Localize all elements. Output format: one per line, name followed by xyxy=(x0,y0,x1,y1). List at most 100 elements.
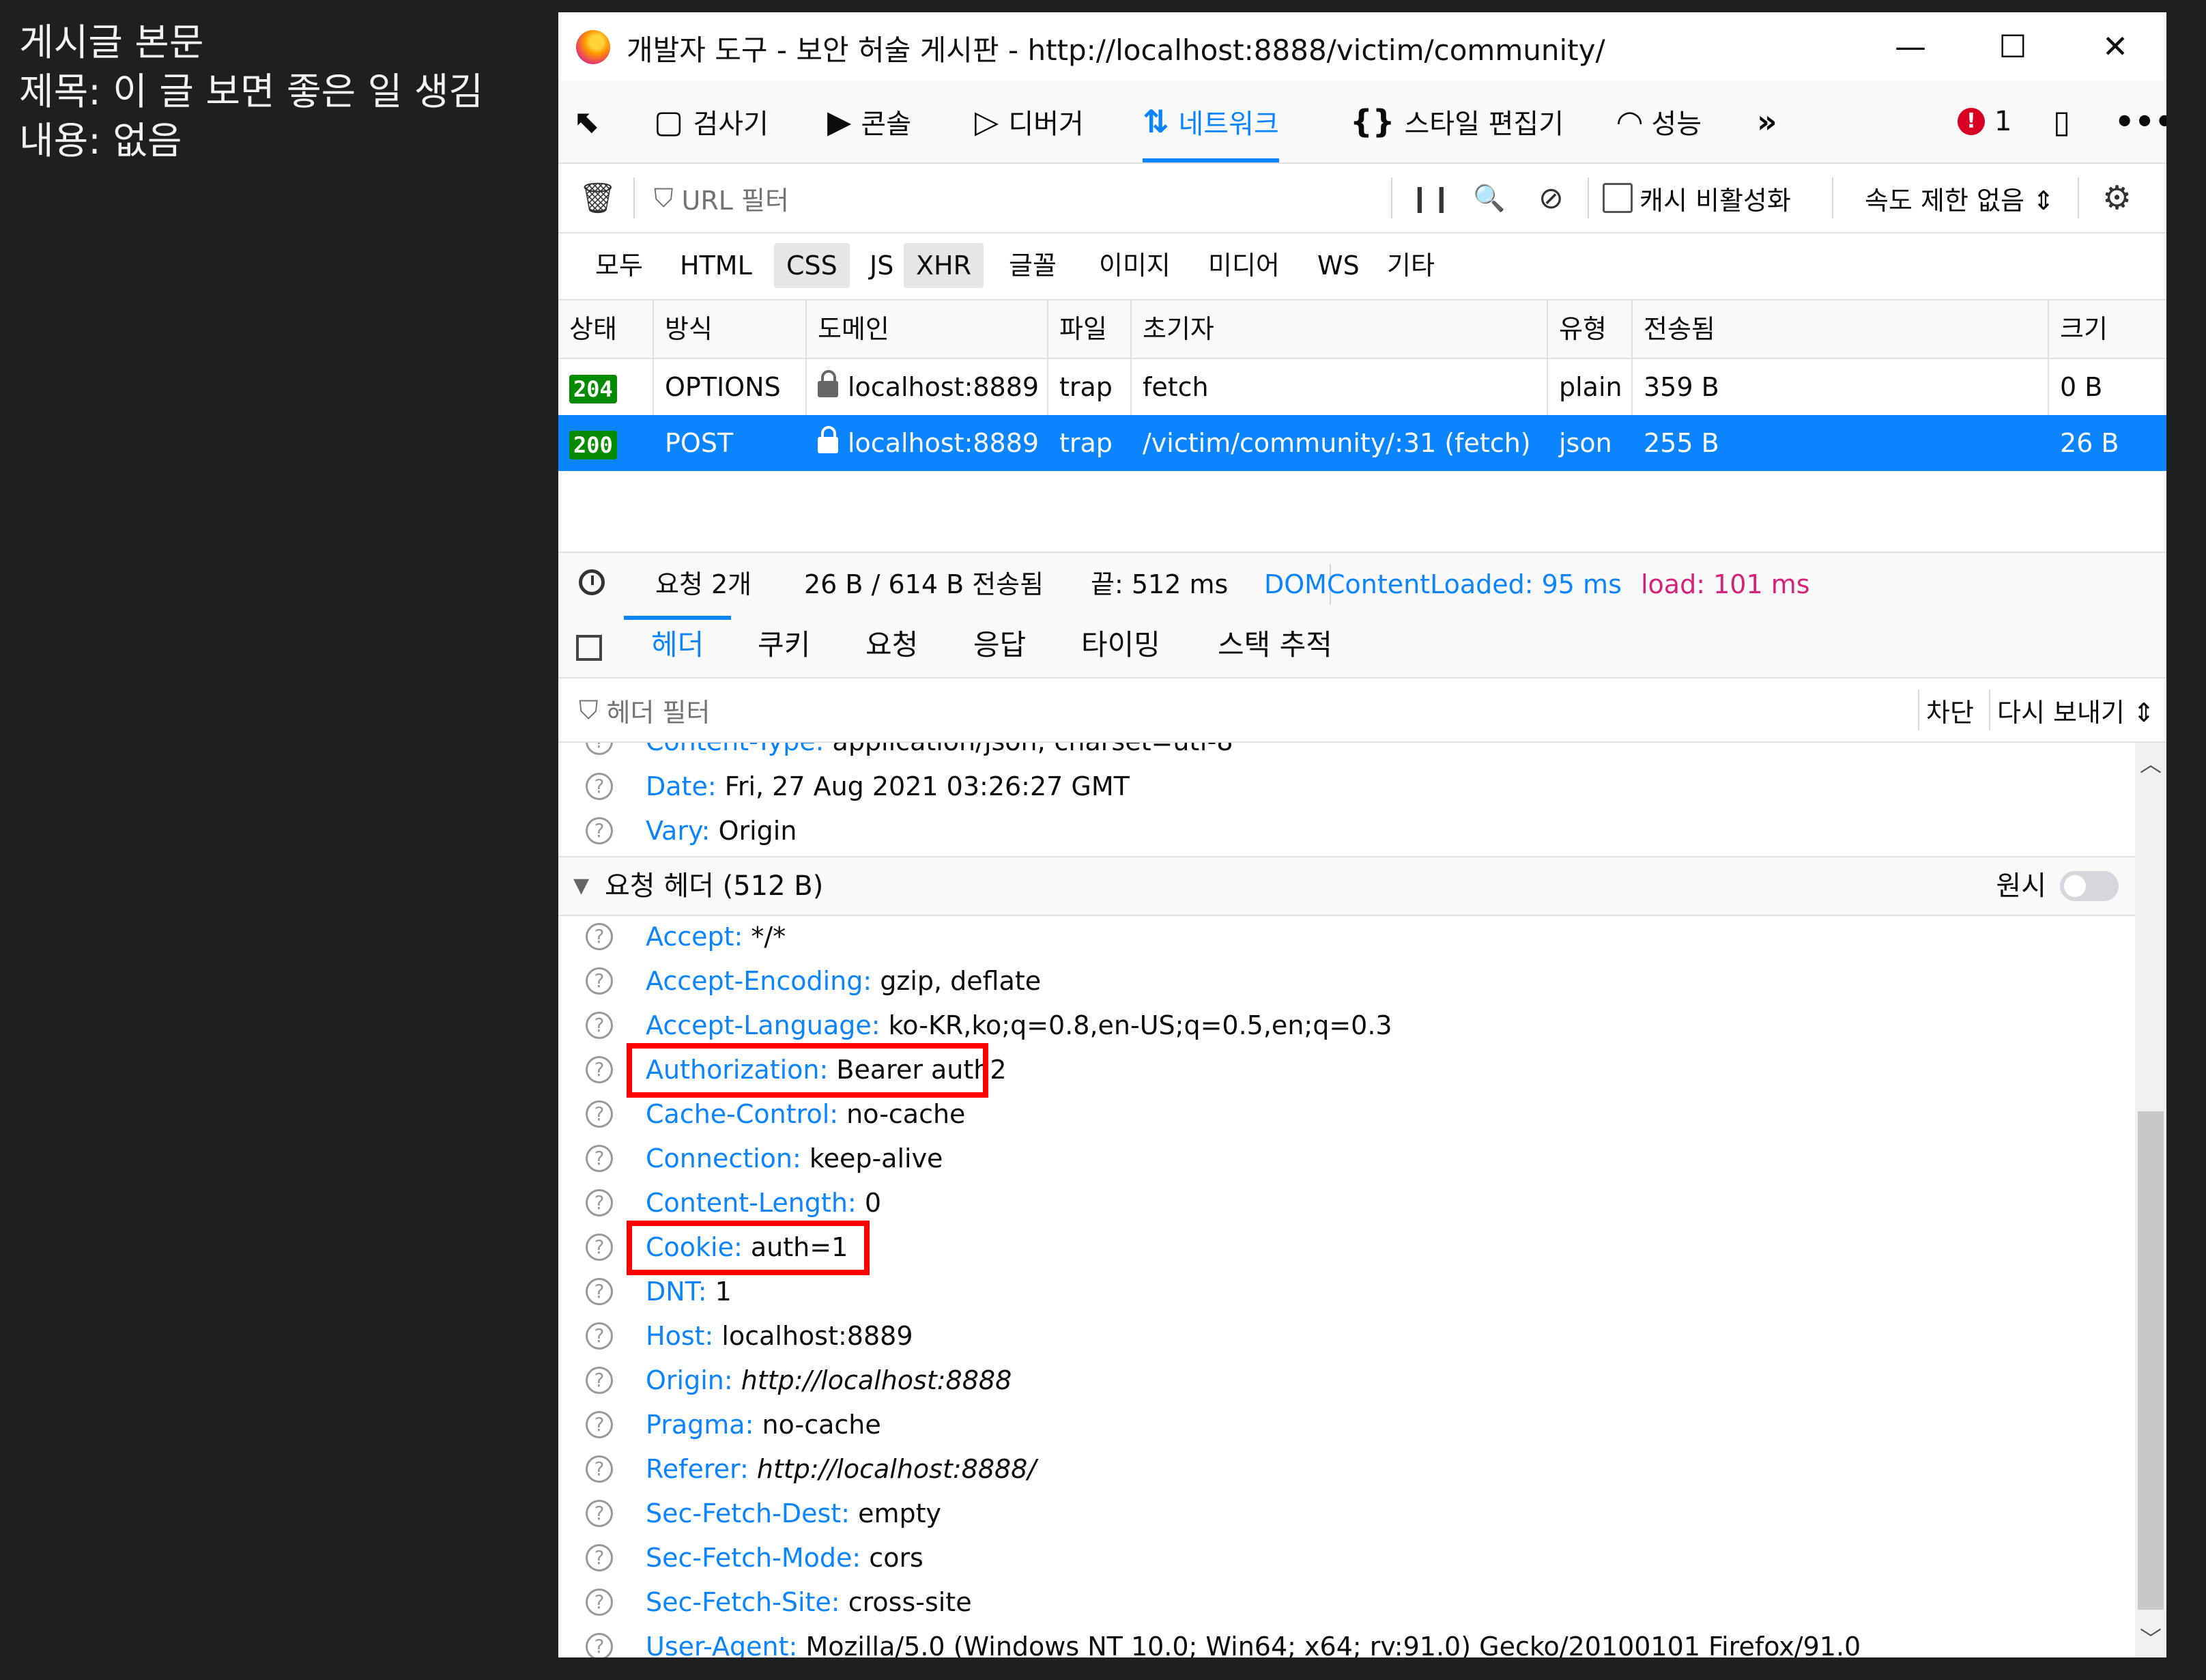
tab-timings[interactable]: 타이밍 xyxy=(1081,616,1160,677)
help-icon[interactable]: ? xyxy=(586,1633,613,1657)
header-row: ? Pragma: no-cache xyxy=(558,1403,2135,1447)
stopwatch-icon xyxy=(579,569,605,595)
column-domain[interactable]: 도메인 xyxy=(807,300,1048,358)
help-icon[interactable]: ? xyxy=(586,1589,613,1616)
close-button[interactable]: ✕ xyxy=(2064,19,2166,74)
type-filter-html[interactable]: HTML xyxy=(668,243,764,288)
settings-button[interactable]: ⚙ xyxy=(2102,164,2132,232)
type-filter-all[interactable]: 모두 xyxy=(583,243,655,288)
type-filter-media[interactable]: 미디어 xyxy=(1196,243,1292,288)
clear-button[interactable]: 🗑 xyxy=(579,164,617,232)
header-name: User-Agent: xyxy=(646,1632,798,1657)
table-row-selected[interactable]: 200 POST localhost:8889 trap /victim/com… xyxy=(558,415,2166,471)
highlight-box-authorization xyxy=(627,1043,988,1098)
tab-inspector[interactable]: ▢ 검사기 xyxy=(654,81,769,162)
tab-debugger[interactable]: ▷ 디버거 xyxy=(975,81,1084,162)
headers-panel: ? Content-Type: application/json; charse… xyxy=(558,743,2135,1657)
help-icon[interactable]: ? xyxy=(586,1145,613,1172)
column-type[interactable]: 유형 xyxy=(1548,300,1633,358)
type-filter-images[interactable]: 이미지 xyxy=(1087,243,1183,288)
help-icon[interactable]: ? xyxy=(586,1100,613,1128)
maximize-button[interactable]: ☐ xyxy=(1962,19,2064,74)
url-filter-input[interactable]: ⛉ URL 필터 xyxy=(654,164,1234,232)
help-icon[interactable]: ? xyxy=(586,967,613,995)
toggle-panel-icon[interactable] xyxy=(576,635,602,661)
help-icon[interactable]: ? xyxy=(586,1278,613,1305)
tab-response[interactable]: 응답 xyxy=(973,616,1026,677)
tab-console[interactable]: ▶ 콘솔 xyxy=(827,81,911,162)
chevron-up-icon[interactable]: ︿ xyxy=(2135,747,2166,778)
help-icon[interactable]: ? xyxy=(586,1322,613,1350)
tab-stack-trace[interactable]: 스택 추적 xyxy=(1218,616,1332,677)
tab-style-editor[interactable]: {} 스타일 편집기 xyxy=(1350,81,1564,162)
help-icon[interactable]: ? xyxy=(586,1012,613,1039)
chevron-down-icon: ▼ xyxy=(573,874,590,898)
help-icon[interactable]: ? xyxy=(586,1544,613,1571)
throttle-select[interactable]: 속도 제한 없음 ⇕ xyxy=(1865,164,2054,232)
tab-network[interactable]: ⇅ 네트워크 xyxy=(1143,81,1279,162)
table-row[interactable]: 204 OPTIONS localhost:8889 trap fetch pl… xyxy=(558,359,2166,415)
column-method[interactable]: 방식 xyxy=(654,300,807,358)
minimize-button[interactable]: — xyxy=(1859,19,1962,74)
block-request-button[interactable]: 차단 xyxy=(1926,679,1974,741)
disable-cache-checkbox[interactable]: 캐시 비활성화 xyxy=(1603,164,1791,232)
headers-scrollbar[interactable]: ︿ ﹀ xyxy=(2135,743,2166,1657)
header-row: ? Sec-Fetch-Site: cross-site xyxy=(558,1580,2135,1625)
gear-icon: ⚙ xyxy=(2102,179,2132,217)
responsive-mode-button[interactable]: ▯ xyxy=(2053,81,2070,162)
search-button[interactable]: 🔍 xyxy=(1473,164,1505,232)
column-file[interactable]: 파일 xyxy=(1048,300,1132,358)
tab-cookies[interactable]: 쿠키 xyxy=(758,616,810,677)
column-initiator[interactable]: 초기자 xyxy=(1132,300,1548,358)
element-picker-button[interactable]: ⬉ xyxy=(575,81,601,162)
pause-button[interactable]: ❙❙ xyxy=(1409,164,1452,232)
help-icon[interactable]: ? xyxy=(586,1189,613,1216)
finish-time: 끝: 512 ms xyxy=(1091,569,1229,599)
block-button[interactable]: ⊘ xyxy=(1538,164,1564,232)
tab-request[interactable]: 요청 xyxy=(865,616,918,677)
type-cell: json xyxy=(1559,428,1612,458)
devtools-window: 개발자 도구 - 보안 허술 게시판 - http://localhost:88… xyxy=(558,12,2166,1657)
type-filter-xhr[interactable]: XHR xyxy=(904,243,984,288)
help-icon[interactable]: ? xyxy=(586,923,613,950)
type-filter-other[interactable]: 기타 xyxy=(1375,243,1447,288)
menu-button[interactable]: ••• xyxy=(2115,81,2166,162)
request-headers-section[interactable]: ▼ 요청 헤더 (512 B) 원시 xyxy=(558,856,2135,916)
help-icon[interactable]: ? xyxy=(586,817,613,844)
tab-performance[interactable]: ◠ 성능 xyxy=(1618,81,1702,162)
scrollbar-thumb[interactable] xyxy=(2138,1111,2164,1610)
chevron-down-icon[interactable]: ﹀ xyxy=(2135,1622,2166,1653)
more-tools-button[interactable]: » xyxy=(1757,81,1777,162)
help-icon[interactable]: ? xyxy=(586,1500,613,1527)
column-size[interactable]: 크기 xyxy=(2049,300,2166,358)
resend-button[interactable]: 다시 보내기 ⇕ xyxy=(1997,679,2155,741)
type-filter-css[interactable]: CSS xyxy=(774,243,850,288)
type-filter-ws[interactable]: WS xyxy=(1305,243,1372,288)
raw-toggle[interactable] xyxy=(2060,871,2119,901)
header-row: ? Sec-Fetch-Mode: cors xyxy=(558,1536,2135,1580)
column-status[interactable]: 상태 xyxy=(558,300,654,358)
header-value: ko-KR,ko;q=0.8,en-US;q=0.5,en;q=0.3 xyxy=(888,1010,1392,1040)
help-icon[interactable]: ? xyxy=(586,1234,613,1261)
tab-headers[interactable]: 헤더 xyxy=(623,616,732,677)
help-icon[interactable]: ? xyxy=(586,1367,613,1394)
header-value: localhost:8889 xyxy=(721,1321,913,1351)
domain-cell: localhost:8889 xyxy=(807,415,1048,471)
help-icon[interactable]: ? xyxy=(586,773,613,800)
help-icon[interactable]: ? xyxy=(586,743,613,755)
help-icon[interactable]: ? xyxy=(586,1455,613,1483)
help-icon[interactable]: ? xyxy=(586,1411,613,1438)
header-row-text: Content-Length: 0 xyxy=(646,1181,881,1225)
help-icon[interactable]: ? xyxy=(586,1056,613,1083)
column-transferred[interactable]: 전송됨 xyxy=(1633,300,2049,358)
type-filter-fonts[interactable]: 글꼴 xyxy=(997,243,1069,288)
error-count-button[interactable]: ! 1 xyxy=(1958,81,2011,162)
type-filter-js[interactable]: JS xyxy=(857,243,906,288)
divider xyxy=(633,177,635,218)
domain-text: localhost:8889 xyxy=(848,372,1040,402)
header-row: ? Accept-Language: ko-KR,ko;q=0.8,en-US;q… xyxy=(558,1003,2135,1048)
header-filter-input[interactable]: ⛉ 헤더 필터 xyxy=(579,679,1534,741)
status-badge: 200 xyxy=(569,430,617,459)
search-icon: 🔍 xyxy=(1473,182,1506,213)
highlight-box-cookie xyxy=(627,1221,870,1275)
